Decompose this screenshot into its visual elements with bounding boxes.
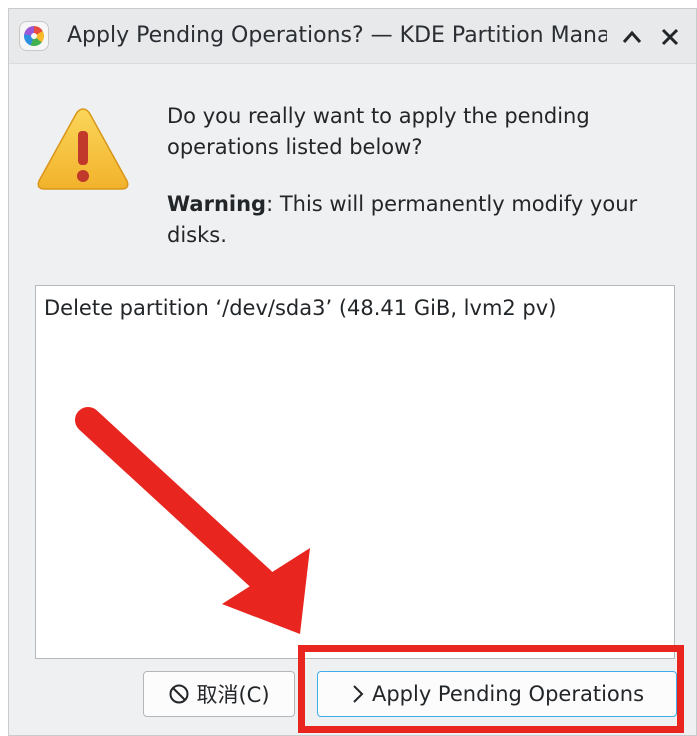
cancel-button-label: 取消(C): [196, 683, 270, 707]
annotation-highlight-box: [298, 645, 684, 733]
close-button[interactable]: [652, 19, 688, 55]
list-item[interactable]: Delete partition ‘/dev/sda3’ (48.41 GiB,…: [44, 296, 556, 320]
cancel-button[interactable]: 取消(C): [143, 671, 295, 717]
chevron-up-icon: [622, 30, 642, 43]
warning-icon: [37, 108, 129, 190]
close-icon: [661, 28, 679, 46]
warning-message: Warning: This will permanently modify yo…: [167, 189, 667, 251]
apply-operations-dialog: Apply Pending Operations? — KDE Partitio…: [8, 8, 697, 736]
window-title: Apply Pending Operations? — KDE Partitio…: [67, 23, 607, 48]
partition-manager-icon: [19, 21, 49, 51]
cancel-icon: [168, 683, 190, 705]
warning-label: Warning: [167, 192, 267, 216]
confirmation-question: Do you really want to apply the pending …: [167, 104, 590, 159]
pending-operations-list[interactable]: Delete partition ‘/dev/sda3’ (48.41 GiB,…: [35, 285, 675, 659]
title-bar[interactable]: Apply Pending Operations? — KDE Partitio…: [9, 9, 696, 64]
keep-above-button[interactable]: [614, 19, 650, 55]
